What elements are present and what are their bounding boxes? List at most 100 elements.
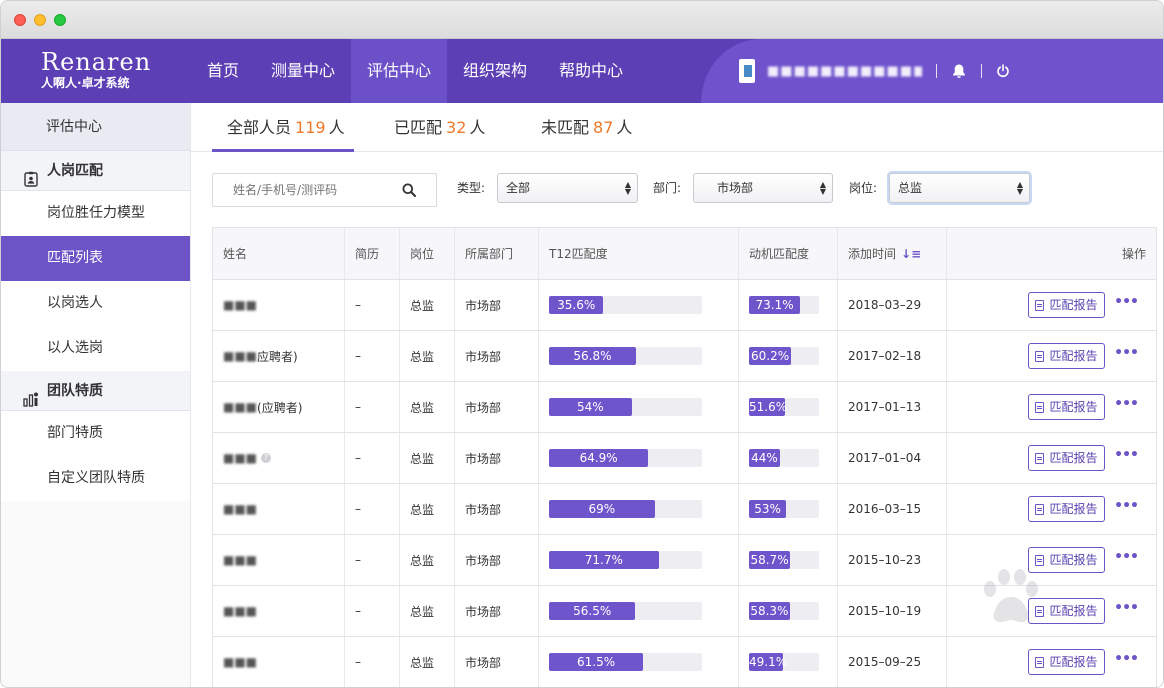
sidebar-group-team-traits[interactable]: 团队特质 xyxy=(1,371,190,411)
t12-progress-fill: 56.8% xyxy=(549,347,636,365)
close-window-button[interactable] xyxy=(14,14,26,26)
sidebar-item-custom-team-traits[interactable]: 自定义团队特质 xyxy=(1,456,190,501)
nav-home[interactable]: 首页 xyxy=(191,39,255,103)
match-report-button[interactable]: 匹配报告 xyxy=(1028,292,1105,318)
col-t12: T12匹配度 xyxy=(539,228,739,279)
cell-resume: – xyxy=(345,331,400,381)
select-arrows-icon: ▲ ▼ xyxy=(1016,180,1023,196)
user-name[interactable]: ■■■■■■■■■■■■… xyxy=(767,64,922,79)
zoom-window-button[interactable] xyxy=(54,14,66,26)
cell-t12: 56.8% xyxy=(539,331,739,381)
person-name[interactable]: ■■■ xyxy=(223,451,257,465)
motive-progress-fill: 44% xyxy=(749,449,780,467)
person-name[interactable]: ■■■ xyxy=(223,655,257,669)
cell-name: ■■■ (应聘者) xyxy=(213,382,345,432)
cell-ops: 匹配报告 ••• xyxy=(947,484,1158,534)
motive-progress-fill: 58.7% xyxy=(749,551,791,569)
cell-position: 总监 xyxy=(400,382,455,432)
table-row[interactable]: ■■■? – 总监 市场部 64.9% 44% 2017–01–04 匹配报告 ••• xyxy=(213,433,1156,484)
match-report-button[interactable]: 匹配报告 xyxy=(1028,394,1105,420)
person-name[interactable]: ■■■ xyxy=(223,553,257,567)
tab-unit: 人 xyxy=(328,118,345,137)
bell-icon[interactable] xyxy=(951,63,967,79)
person-name[interactable]: ■■■ xyxy=(223,604,257,618)
top-navigation: Renaren 人啊人·卓才系统 首页 测量中心 评估中心 组织架构 帮助中心 … xyxy=(1,39,1163,103)
tab-matched[interactable]: 已匹配 32 人 xyxy=(394,103,504,152)
col-resume: 简历 xyxy=(345,228,400,279)
more-icon[interactable]: ••• xyxy=(1114,292,1139,318)
table-row[interactable]: ■■■ – 总监 市场部 69% 53% 2016–03–15 匹配报告 ••• xyxy=(213,484,1156,535)
cell-motive: 53% xyxy=(739,484,838,534)
cell-added-time: 2015–10–19 xyxy=(838,586,947,636)
match-report-button[interactable]: 匹配报告 xyxy=(1028,547,1105,573)
cell-t12: 71.7% xyxy=(539,535,739,585)
sidebar-item-match-list[interactable]: 匹配列表 xyxy=(1,236,190,281)
table-row[interactable]: ■■■ – 总监 市场部 56.5% 58.3% 2015–10–19 匹配报告 ••• xyxy=(213,586,1156,637)
more-icon[interactable]: ••• xyxy=(1114,496,1139,522)
sidebar-item-competency-model[interactable]: 岗位胜任力模型 xyxy=(1,191,190,236)
more-icon[interactable]: ••• xyxy=(1114,343,1139,369)
match-report-button[interactable]: 匹配报告 xyxy=(1028,649,1105,675)
sidebar-group-job-match[interactable]: 人岗匹配 xyxy=(1,151,190,191)
search-icon[interactable] xyxy=(402,183,416,201)
nav-org-structure[interactable]: 组织架构 xyxy=(447,39,543,103)
match-report-label: 匹配报告 xyxy=(1049,400,1098,414)
type-select[interactable]: 全部 ▲ ▼ xyxy=(497,173,638,203)
cell-department: 市场部 xyxy=(455,280,539,330)
person-name[interactable]: ■■■ xyxy=(223,298,257,312)
cell-name: ■■■ xyxy=(213,586,345,636)
person-name[interactable]: ■■■ xyxy=(223,349,257,363)
col-department: 所属部门 xyxy=(455,228,539,279)
nav-help-center[interactable]: 帮助中心 xyxy=(543,39,639,103)
more-icon[interactable]: ••• xyxy=(1114,547,1139,573)
table-row[interactable]: ■■■ – 总监 市场部 61.5% 49.1% 2015–09–25 匹配报告 ••• xyxy=(213,637,1156,687)
match-report-button[interactable]: 匹配报告 xyxy=(1028,343,1105,369)
match-report-label: 匹配报告 xyxy=(1049,349,1098,363)
brand-logo[interactable]: Renaren 人啊人·卓才系统 xyxy=(41,49,151,90)
post-select[interactable]: 总监 ▲ ▼ xyxy=(889,173,1030,203)
table-row[interactable]: ■■■ (应聘者) – 总监 市场部 54% 51.6% 2017–01–13 匹配报告 ••• xyxy=(213,382,1156,433)
match-report-button[interactable]: 匹配报告 xyxy=(1028,496,1105,522)
match-report-button[interactable]: 匹配报告 xyxy=(1028,598,1105,624)
post-label: 岗位: xyxy=(849,181,878,195)
type-label: 类型: xyxy=(457,181,486,195)
col-added-time[interactable]: 添加时间 ↓≡ xyxy=(838,228,947,279)
cell-motive: 51.6% xyxy=(739,382,838,432)
dept-select[interactable]: 市场部 ▲ ▼ xyxy=(693,173,833,203)
help-icon[interactable]: ? xyxy=(261,453,272,463)
cell-added-time: 2017–01–04 xyxy=(838,433,947,483)
match-report-button[interactable]: 匹配报告 xyxy=(1028,445,1105,471)
minimize-window-button[interactable] xyxy=(34,14,46,26)
user-avatar[interactable] xyxy=(739,59,755,83)
table-row[interactable]: ■■■ 应聘者) – 总监 市场部 56.8% 60.2% 2017–02–18 匹配报告 ••• xyxy=(213,331,1156,382)
person-name[interactable]: ■■■ xyxy=(223,502,257,516)
sidebar-item-dept-traits[interactable]: 部门特质 xyxy=(1,411,190,456)
sort-desc-icon[interactable]: ↓≡ xyxy=(901,247,921,261)
cell-name: ■■■ xyxy=(213,484,345,534)
more-icon[interactable]: ••• xyxy=(1114,394,1139,420)
more-icon[interactable]: ••• xyxy=(1114,445,1139,471)
table-row[interactable]: ■■■ – 总监 市场部 35.6% 73.1% 2018–03–29 匹配报告 ••• xyxy=(213,280,1156,331)
nav-assessment-center[interactable]: 评估中心 xyxy=(351,39,447,103)
cell-t12: 35.6% xyxy=(539,280,739,330)
document-icon xyxy=(1035,299,1045,311)
sidebar-item-select-by-post[interactable]: 以岗选人 xyxy=(1,281,190,326)
cell-department: 市场部 xyxy=(455,637,539,687)
search-input[interactable] xyxy=(214,175,394,205)
cell-department: 市场部 xyxy=(455,331,539,381)
col-motive: 动机匹配度 xyxy=(739,228,838,279)
nav-measurement-center[interactable]: 测量中心 xyxy=(255,39,351,103)
cell-resume: – xyxy=(345,433,400,483)
table-row[interactable]: ■■■ – 总监 市场部 71.7% 58.7% 2015–10–23 匹配报告 ••• xyxy=(213,535,1156,586)
sidebar-item-select-by-person[interactable]: 以人选岗 xyxy=(1,326,190,371)
divider xyxy=(936,64,937,78)
tab-count: 32 xyxy=(446,118,467,137)
tab-unmatched[interactable]: 未匹配 87 人 xyxy=(541,103,651,152)
t12-progress-bar: 61.5% xyxy=(549,653,702,671)
motive-progress-fill: 53% xyxy=(749,500,787,518)
more-icon[interactable]: ••• xyxy=(1114,649,1139,675)
more-icon[interactable]: ••• xyxy=(1114,598,1139,624)
person-name[interactable]: ■■■ xyxy=(223,400,257,414)
power-icon[interactable] xyxy=(996,64,1010,78)
tab-all-staff[interactable]: 全部人员 119 人 xyxy=(212,103,354,152)
